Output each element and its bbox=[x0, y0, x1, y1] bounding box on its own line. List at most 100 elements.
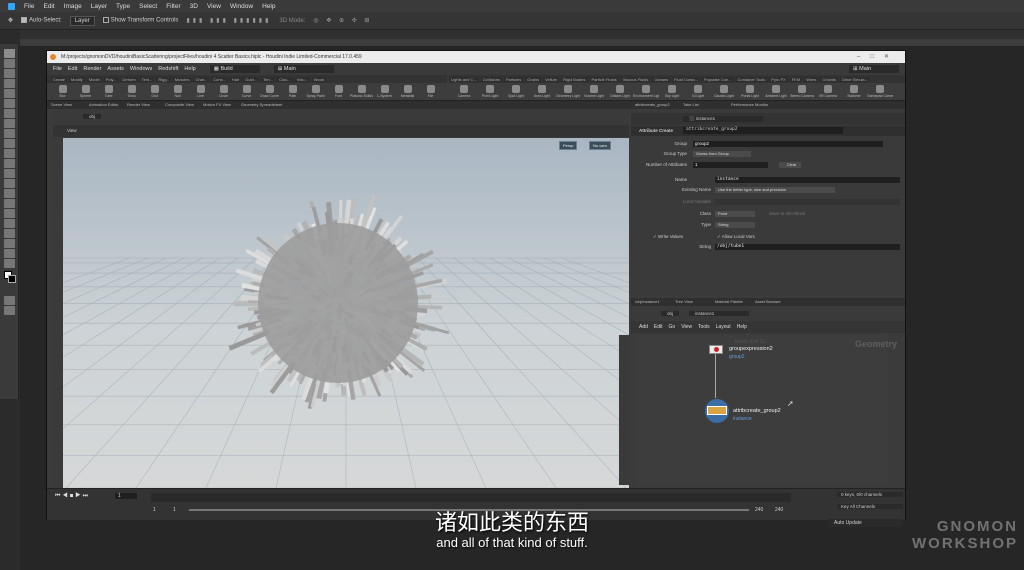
shelf-light-12[interactable]: Ambient Light bbox=[763, 83, 789, 101]
shelf-tool-10[interactable]: Path bbox=[281, 83, 304, 101]
ps-menu-select[interactable]: Select bbox=[139, 3, 157, 10]
current-frame-field[interactable]: 1 bbox=[115, 493, 137, 499]
clear-button[interactable]: Clear bbox=[779, 162, 801, 168]
gradient-icon[interactable] bbox=[4, 169, 15, 178]
zoom-icon[interactable] bbox=[4, 249, 15, 258]
shelf-tab-left-6[interactable]: Rigg.. bbox=[156, 76, 171, 82]
move-tool-icon[interactable]: ✥ bbox=[8, 17, 13, 24]
shelf-tab-left-15[interactable]: Wood bbox=[311, 76, 327, 82]
shelf-light-1[interactable]: Point Light bbox=[477, 83, 503, 101]
network-tab-2[interactable]: Material Palette bbox=[715, 299, 743, 304]
path-select-icon[interactable] bbox=[4, 219, 15, 228]
node-name-field[interactable]: attribcreate_group2 bbox=[683, 127, 843, 134]
class-select[interactable]: Point bbox=[715, 211, 755, 217]
playback-controls[interactable]: ⏮◀◼▶⏭ bbox=[55, 493, 90, 500]
shelf-tab-right-3[interactable]: Grains bbox=[525, 76, 542, 82]
pane-tab-2[interactable]: Render View bbox=[127, 102, 150, 107]
net-menu-go[interactable]: Go bbox=[669, 324, 676, 330]
pane-tab-1[interactable]: Animation Editor bbox=[89, 102, 118, 107]
pane-tab-0[interactable]: Scene View bbox=[51, 102, 72, 107]
shelf-tool-13[interactable]: Platonic Solids bbox=[350, 83, 373, 101]
shelf-tab-right-13[interactable]: FEM bbox=[789, 76, 803, 82]
context-select[interactable]: ⊞ Main bbox=[273, 65, 334, 73]
camera-button[interactable]: No cam bbox=[589, 141, 611, 150]
allow-local-checkbox[interactable]: ✓ Allow Local Vars bbox=[717, 234, 755, 240]
ps-menu-image[interactable]: Image bbox=[64, 3, 82, 10]
shelf-tab-left-4[interactable]: Deform bbox=[120, 76, 138, 82]
shelf-tool-15[interactable]: Metaball bbox=[396, 83, 419, 101]
shelf-tool-2[interactable]: Tube bbox=[97, 83, 120, 101]
network-tab-3[interactable]: Asset Browser bbox=[755, 299, 781, 304]
net-menu-view[interactable]: View bbox=[681, 324, 692, 330]
shelf-tab-right-0[interactable]: Lights and C... bbox=[449, 76, 479, 82]
shelf-light-5[interactable]: Volume Light bbox=[581, 83, 607, 101]
shelf-tab-left-12[interactable]: Terr... bbox=[261, 76, 276, 82]
h-menu-render[interactable]: Render bbox=[83, 66, 101, 72]
h-menu-file[interactable]: File bbox=[53, 66, 62, 72]
shelf-tab-right-2[interactable]: Particles bbox=[503, 76, 524, 82]
eraser-icon[interactable] bbox=[4, 159, 15, 168]
shelf-tab-left-0[interactable]: Create bbox=[51, 76, 68, 82]
context-select-right[interactable]: ⊞ Main bbox=[849, 65, 899, 73]
attribcreate-node[interactable] bbox=[707, 406, 727, 415]
shelf-tab-left-11[interactable]: Guid... bbox=[243, 76, 260, 82]
shelf-tab-right-9[interactable]: Fluid Conta... bbox=[672, 76, 700, 82]
shelf-tool-8[interactable]: Curve bbox=[235, 83, 258, 101]
type-select[interactable]: String bbox=[715, 222, 755, 228]
background-color-icon[interactable] bbox=[8, 275, 16, 283]
network-node-path[interactable]: instance1 bbox=[689, 311, 749, 316]
shelf-tab-right-10[interactable]: Populate Con... bbox=[701, 76, 734, 82]
shelf-tab-left-9[interactable]: Cons... bbox=[211, 76, 228, 82]
network-tab-0[interactable]: /obj/instance1 bbox=[635, 299, 660, 304]
shelf-tool-14[interactable]: L-System bbox=[373, 83, 396, 101]
shelf-tab-left-1[interactable]: Modify bbox=[69, 76, 85, 82]
shelf-light-15[interactable]: Switcher bbox=[841, 83, 867, 101]
groupexpression-node[interactable] bbox=[709, 345, 723, 354]
shelf-tool-0[interactable]: Box bbox=[51, 83, 74, 101]
h-menu-windows[interactable]: Windows bbox=[130, 66, 152, 72]
ps-menu-filter[interactable]: Filter bbox=[166, 3, 180, 10]
shelf-light-10[interactable]: Caustic Light bbox=[711, 83, 737, 101]
network-path[interactable]: obj bbox=[661, 311, 680, 316]
rectangle-icon[interactable] bbox=[4, 229, 15, 238]
lasso-icon[interactable] bbox=[4, 69, 15, 78]
move-icon[interactable] bbox=[4, 49, 15, 58]
shelf-tool-12[interactable]: Font bbox=[327, 83, 350, 101]
h-menu-redshift[interactable]: Redshift bbox=[158, 66, 178, 72]
timeline-ruler[interactable] bbox=[151, 493, 791, 502]
shelf-tool-3[interactable]: Torus bbox=[120, 83, 143, 101]
align-icons[interactable]: ▮▮▮ ▮▮▮ ▮▮▮▮▮▮ bbox=[186, 17, 271, 24]
brush-icon[interactable] bbox=[4, 129, 15, 138]
history-brush-icon[interactable] bbox=[4, 149, 15, 158]
frame-icon[interactable] bbox=[4, 99, 15, 108]
shelf-tab-right-11[interactable]: Container Tools bbox=[735, 76, 768, 82]
net-menu-edit[interactable]: Edit bbox=[654, 324, 663, 330]
ps-menu-help[interactable]: Help bbox=[262, 3, 275, 10]
shelf-tab-right-4[interactable]: Vellum bbox=[543, 76, 560, 82]
shelf-tool-11[interactable]: Spray Paint bbox=[304, 83, 327, 101]
shelf-tab-right-6[interactable]: Particle Fluids bbox=[589, 76, 619, 82]
shelf-light-11[interactable]: Portal Light bbox=[737, 83, 763, 101]
shelf-tab-left-3[interactable]: Poly... bbox=[103, 76, 119, 82]
net-menu-tools[interactable]: Tools bbox=[698, 324, 710, 330]
shelf-tool-1[interactable]: Sphere bbox=[74, 83, 97, 101]
pen-icon[interactable] bbox=[4, 199, 15, 208]
param-path[interactable]: ⬛ instance1 bbox=[683, 116, 763, 122]
shelf-light-3[interactable]: Area Light bbox=[529, 83, 555, 101]
network-tab-1[interactable]: Tree View bbox=[675, 299, 693, 304]
shelf-tool-6[interactable]: Line bbox=[189, 83, 212, 101]
marquee-icon[interactable] bbox=[4, 59, 15, 68]
pane-tab-3[interactable]: Composite View bbox=[165, 102, 194, 107]
ps-menu-layer[interactable]: Layer bbox=[91, 3, 107, 10]
shelf-light-6[interactable]: Distant Light bbox=[607, 83, 633, 101]
eyedropper-icon[interactable] bbox=[4, 109, 15, 118]
shelf-tool-4[interactable]: Grid bbox=[143, 83, 166, 101]
quick-mask-icon[interactable] bbox=[4, 296, 15, 305]
screen-mode-icon[interactable] bbox=[4, 306, 15, 315]
shelf-light-9[interactable]: GI Light bbox=[685, 83, 711, 101]
blur-icon[interactable] bbox=[4, 179, 15, 188]
shelf-light-8[interactable]: Sky Light bbox=[659, 83, 685, 101]
transform-controls-checkbox[interactable]: Show Transform Controls bbox=[102, 17, 178, 24]
window-controls[interactable]: –□✕ bbox=[857, 53, 899, 60]
net-menu-help[interactable]: Help bbox=[737, 324, 747, 330]
